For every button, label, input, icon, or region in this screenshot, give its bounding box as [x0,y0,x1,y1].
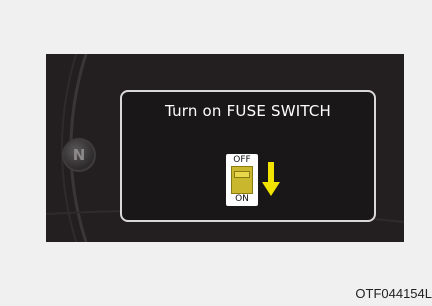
fuse-switch-lever [234,171,250,178]
fuse-switch-on-label: ON [235,194,249,204]
warning-message-box: Turn on FUSE SWITCH OFF ON [120,90,376,222]
instrument-cluster-display: N Turn on FUSE SWITCH OFF ON [46,54,404,242]
gear-indicator-letter: N [72,146,86,164]
warning-message-text: Turn on FUSE SWITCH [164,102,331,120]
fuse-switch-off-label: OFF [233,155,251,165]
fuse-switch-body [231,166,253,194]
fuse-switch-icon: OFF ON [226,154,258,206]
arrow-down-icon [262,162,280,196]
gear-indicator-n: N [62,138,96,172]
figure-code: OTF044154L [355,286,432,301]
